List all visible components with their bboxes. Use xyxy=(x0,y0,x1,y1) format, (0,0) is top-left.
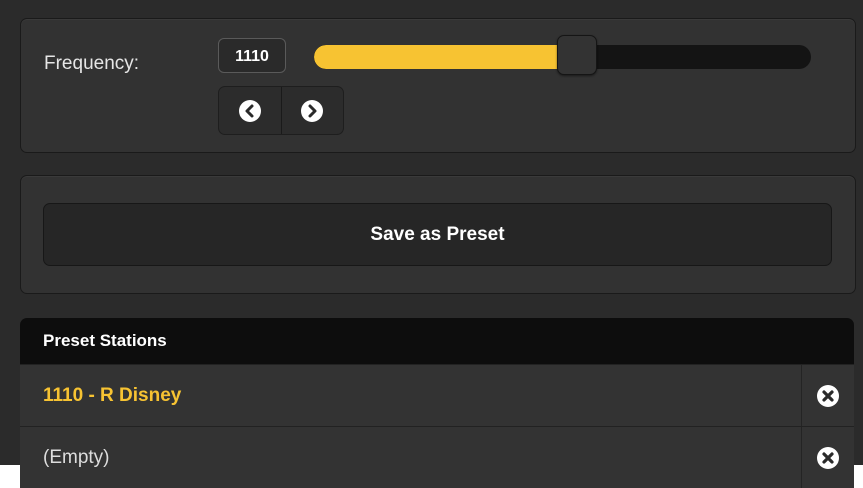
preset-stations-panel: Preset Stations 1110 - R Disney (Empty) xyxy=(20,318,854,488)
chevron-right-icon xyxy=(301,99,324,122)
app-background: Frequency: 1110 Save as Preset Preset St… xyxy=(0,0,863,488)
preset-delete-button[interactable] xyxy=(801,365,854,426)
frequency-slider-thumb[interactable] xyxy=(557,35,598,75)
frequency-label: Frequency: xyxy=(44,53,140,74)
preset-stations-header: Preset Stations xyxy=(20,318,854,364)
frequency-prev-button[interactable] xyxy=(219,87,281,134)
preset-delete-button[interactable] xyxy=(801,427,854,488)
frequency-slider-fill xyxy=(314,45,578,69)
frequency-next-button[interactable] xyxy=(280,87,344,134)
preset-row-label: 1110 - R Disney xyxy=(43,385,182,406)
preset-row-2[interactable]: (Empty) xyxy=(20,426,854,488)
chevron-left-icon xyxy=(238,99,261,122)
frequency-panel: Frequency: 1110 xyxy=(20,18,856,153)
save-preset-panel: Save as Preset xyxy=(20,175,856,294)
close-icon xyxy=(817,446,839,469)
save-as-preset-button[interactable]: Save as Preset xyxy=(43,203,832,266)
preset-row-1[interactable]: 1110 - R Disney xyxy=(20,364,854,426)
frequency-step-buttons xyxy=(218,86,344,135)
frequency-value-display: 1110 xyxy=(218,38,286,73)
close-icon xyxy=(817,384,839,407)
preset-row-label: (Empty) xyxy=(43,447,110,468)
